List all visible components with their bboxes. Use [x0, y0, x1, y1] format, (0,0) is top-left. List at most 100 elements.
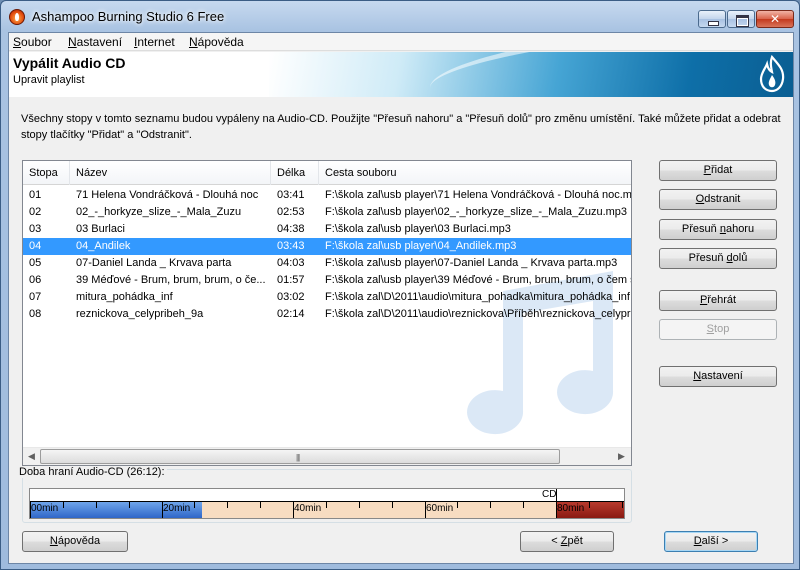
- meter-tick-label: 40min: [294, 503, 322, 514]
- meter-tick: [392, 502, 393, 508]
- cell-track: 02: [29, 206, 42, 218]
- table-row[interactable]: 06 39 Méďové - Brum, brum, brum, o če... 0…: [23, 272, 631, 289]
- duration-meter: CD 00min 20min 40min 60min 80min: [29, 488, 625, 519]
- menu-bar: Soubor Nastavení Internet Nápověda: [9, 33, 793, 51]
- meter-tick-label: 20min: [163, 503, 191, 514]
- add-button[interactable]: Přidat: [659, 160, 777, 181]
- settings-button[interactable]: Nastavení: [659, 366, 777, 387]
- menu-internet[interactable]: Internet: [134, 35, 175, 49]
- cell-length: 03:43: [277, 240, 305, 252]
- cell-track: 01: [29, 189, 42, 201]
- cell-track: 06: [29, 274, 42, 286]
- scrollbar-thumb[interactable]: |||: [40, 449, 560, 464]
- meter-tick: [194, 502, 195, 508]
- table-row[interactable]: 01 71 Helena Vondráčková - Dlouhá noc 03:4…: [23, 187, 631, 204]
- menu-napoveda[interactable]: Nápověda: [189, 35, 244, 49]
- cell-name: 71 Helena Vondráčková - Dlouhá noc: [76, 189, 259, 201]
- tracks-list[interactable]: Stopa Název Délka Cesta souboru 01 71 Hel…: [22, 160, 632, 466]
- column-header-cesta[interactable]: Cesta souboru: [319, 161, 631, 185]
- page-subtitle: Upravit playlist: [13, 74, 85, 86]
- stop-button[interactable]: Stop: [659, 319, 777, 340]
- meter-tick-label: 60min: [426, 503, 454, 514]
- cell-length: 02:14: [277, 308, 305, 320]
- table-row[interactable]: 04 04_Andilek 03:43 F:\škola zal\usb player…: [23, 238, 631, 255]
- maximize-button[interactable]: [727, 10, 755, 28]
- cell-length: 03:41: [277, 189, 305, 201]
- table-row[interactable]: 05 07-Daniel Landa _ Krvava parta 04:03 F:\…: [23, 255, 631, 272]
- column-header-stopa[interactable]: Stopa: [23, 161, 70, 185]
- header-banner: Vypálit Audio CD Upravit playlist: [9, 52, 793, 97]
- cell-length: 04:03: [277, 257, 305, 269]
- meter-tick: [96, 502, 97, 508]
- cell-name: 04_Andilek: [76, 240, 131, 252]
- app-window: Ashampoo Burning Studio 6 Free Soubor Na…: [0, 0, 800, 570]
- table-row[interactable]: 07 mitura_pohádka_inf 03:02 F:\škola zal\D\…: [23, 289, 631, 306]
- instructions-text: Všechny stopy v tomto seznamu budou vypá…: [21, 113, 781, 141]
- meter-tick: [260, 502, 261, 508]
- cell-length: 01:57: [277, 274, 305, 286]
- cell-name: reznickova_celypribeh_9a: [76, 308, 204, 320]
- table-row[interactable]: 02 02_-_horkyze_slize_-_Mala_Zuzu 02:53 F:\…: [23, 204, 631, 221]
- table-row[interactable]: 03 03 Burlaci 04:38 F:\škola zal\usb player…: [23, 221, 631, 238]
- meter-tick: [589, 502, 590, 508]
- menu-nastaveni[interactable]: Nastavení: [68, 35, 122, 49]
- cell-track: 05: [29, 257, 42, 269]
- cell-path: F:\škola zal\D\2011\audio\mitura_pohadka…: [325, 291, 630, 303]
- cell-name: mitura_pohádka_inf: [76, 291, 173, 303]
- scroll-left-icon[interactable]: ◀: [23, 448, 40, 465]
- meter-tick: [129, 502, 130, 508]
- cell-track: 07: [29, 291, 42, 303]
- close-button[interactable]: [756, 10, 794, 28]
- meter-tick: [490, 502, 491, 508]
- client-area: Soubor Nastavení Internet Nápověda Vypál…: [8, 32, 794, 564]
- minimize-button[interactable]: [698, 10, 726, 28]
- cell-path: F:\škola zal\usb player\04_Andilek.mp3: [325, 240, 517, 252]
- flame-logo-icon: [759, 55, 785, 93]
- horizontal-scrollbar[interactable]: ◀ ||| ▶: [23, 447, 631, 465]
- cell-length: 04:38: [277, 223, 305, 235]
- window-title: Ashampoo Burning Studio 6 Free: [32, 9, 225, 24]
- cell-path: F:\škola zal\usb player\71 Helena Vondrá…: [325, 189, 631, 201]
- list-header: Stopa Název Délka Cesta souboru: [23, 161, 631, 185]
- column-header-nazev[interactable]: Název: [70, 161, 271, 185]
- meter-tick: [523, 502, 524, 508]
- cell-name: 07-Daniel Landa _ Krvava parta: [76, 257, 232, 269]
- cell-path: F:\škola zal\usb player\07-Daniel Landa …: [325, 257, 618, 269]
- cell-track: 08: [29, 308, 42, 320]
- meter-tick-label: 00min: [31, 503, 59, 514]
- meter-tick: [359, 502, 360, 508]
- menu-soubor[interactable]: Soubor: [13, 35, 52, 49]
- back-button[interactable]: < Zpět: [520, 531, 614, 552]
- app-icon: [9, 9, 25, 25]
- next-button[interactable]: Další >: [664, 531, 758, 552]
- meter-bar: [30, 502, 624, 518]
- table-row[interactable]: 08 reznickova_celypribeh_9a 02:14 F:\škola …: [23, 306, 631, 323]
- title-bar[interactable]: Ashampoo Burning Studio 6 Free: [1, 1, 799, 31]
- play-button[interactable]: Přehrát: [659, 290, 777, 311]
- meter-tick: [457, 502, 458, 508]
- scroll-right-icon[interactable]: ▶: [613, 448, 630, 465]
- cell-name: 03 Burlaci: [76, 223, 125, 235]
- cell-name: 02_-_horkyze_slize_-_Mala_Zuzu: [76, 206, 242, 218]
- cell-path: F:\škola zal\usb player\39 Méďové - Brum…: [325, 274, 631, 286]
- move-up-button[interactable]: Přesuň nahoru: [659, 219, 777, 240]
- cd-capacity-label: CD: [542, 489, 557, 500]
- meter-tick: [227, 502, 228, 508]
- duration-label: Doba hraní Audio-CD (26:12):: [17, 466, 167, 478]
- meter-free-fill: [202, 502, 556, 518]
- meter-tick: [622, 502, 623, 508]
- column-header-delka[interactable]: Délka: [271, 161, 319, 185]
- meter-tick-label: 80min: [557, 503, 585, 514]
- cell-track: 03: [29, 223, 42, 235]
- cell-length: 03:02: [277, 291, 305, 303]
- cell-name: 39 Méďové - Brum, brum, brum, o če...: [76, 274, 266, 286]
- page-title: Vypálit Audio CD: [13, 55, 126, 71]
- help-button[interactable]: Nápověda: [22, 531, 128, 552]
- cell-path: F:\škola zal\D\2011\audio\reznickova\Pří…: [325, 308, 631, 320]
- meter-tick: [326, 502, 327, 508]
- cell-path: F:\škola zal\usb player\02_-_horkyze_sli…: [325, 206, 628, 218]
- move-down-button[interactable]: Přesuň dolů: [659, 248, 777, 269]
- remove-button[interactable]: Odstranit: [659, 189, 777, 210]
- cell-track: 04: [29, 240, 42, 252]
- cell-path: F:\škola zal\usb player\03 Burlaci.mp3: [325, 223, 511, 235]
